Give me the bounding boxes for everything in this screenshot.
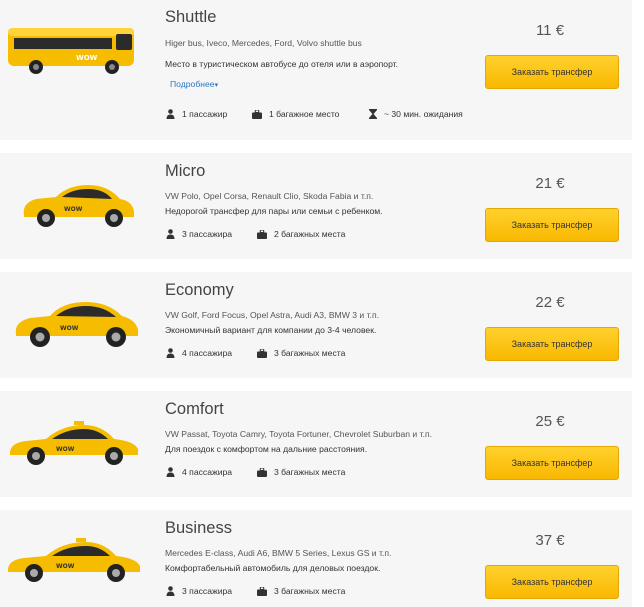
business-car-image: WOW xyxy=(6,532,146,588)
feature-label: 3 пассажира xyxy=(182,586,233,596)
price: 21 € xyxy=(535,175,565,192)
svg-text:WOW: WOW xyxy=(64,206,83,213)
feature-label: 3 багажных места xyxy=(274,348,346,358)
feature-label: 1 пассажир xyxy=(182,109,228,119)
feature-label: 4 пассажира xyxy=(182,348,233,358)
card-description: Экономичный вариант для компании до 3-4 … xyxy=(165,325,377,335)
card-models: VW Passat, Toyota Camry, Toyota Fortuner… xyxy=(165,429,433,439)
price: 25 € xyxy=(535,413,565,430)
luggage-icon xyxy=(257,348,267,358)
order-transfer-button[interactable]: Заказать трансфер xyxy=(485,208,619,242)
luggage-icon xyxy=(257,467,267,477)
card-title: Shuttle xyxy=(165,8,217,26)
economy-car-image: WOW xyxy=(6,294,146,352)
feature-luggage: 3 багажных места xyxy=(257,348,345,358)
luggage-icon xyxy=(257,229,267,239)
luggage-icon xyxy=(257,586,267,596)
feature-label: ~ 30 мин. ожидания xyxy=(384,109,463,119)
card-description: Комфортабельный автомобиль для деловых п… xyxy=(165,563,381,573)
feature-passengers: 4 пассажира xyxy=(166,348,232,358)
card-shuttle: WOW Shuttle Higer bus, Iveco, Mercedes, … xyxy=(0,0,632,140)
card-title: Comfort xyxy=(165,400,224,418)
person-icon xyxy=(166,586,175,596)
person-icon xyxy=(166,467,175,477)
feature-luggage: 3 багажных места xyxy=(257,586,345,596)
card-description: Место в туристическом автобусе до отеля … xyxy=(165,59,399,69)
card-micro: WOW Micro VW Polo, Opel Corsa, Renault C… xyxy=(0,153,632,259)
card-title: Micro xyxy=(165,162,206,180)
feature-label: 3 пассажира xyxy=(182,229,233,239)
feature-label: 2 багажных места xyxy=(274,229,346,239)
order-transfer-button[interactable]: Заказать трансфер xyxy=(485,446,619,480)
feature-label: 3 багажных места xyxy=(274,586,346,596)
card-models: VW Polo, Opel Corsa, Renault Clio, Skoda… xyxy=(165,191,374,201)
person-icon xyxy=(166,229,175,239)
price: 11 € xyxy=(535,22,565,39)
feature-passengers: 1 пассажир xyxy=(166,109,227,119)
feature-luggage: 3 багажных места xyxy=(257,467,345,477)
svg-text:WOW: WOW xyxy=(76,54,98,62)
svg-text:WOW: WOW xyxy=(60,325,79,332)
card-models: Higer bus, Iveco, Mercedes, Ford, Volvo … xyxy=(165,38,362,48)
comfort-car-image: WOW xyxy=(6,415,146,471)
card-economy: WOW Economy VW Golf, Ford Focus, Opel As… xyxy=(0,272,632,378)
luggage-icon xyxy=(252,109,262,119)
feature-waiting: ~ 30 мин. ожидания xyxy=(369,109,463,119)
price: 37 € xyxy=(535,532,565,549)
order-transfer-button[interactable]: Заказать трансфер xyxy=(485,327,619,361)
order-transfer-button[interactable]: Заказать трансфер xyxy=(485,55,619,89)
card-title: Economy xyxy=(165,281,234,299)
order-transfer-button[interactable]: Заказать трансфер xyxy=(485,565,619,599)
card-comfort: WOW Comfort VW Passat, Toyota Camry, Toy… xyxy=(0,391,632,497)
card-models: Mercedes E-class, Audi A6, BMW 5 Series,… xyxy=(165,548,392,558)
card-business: WOW Business Mercedes E-class, Audi A6, … xyxy=(0,510,632,607)
hourglass-icon xyxy=(369,109,377,119)
card-description: Недорогой трансфер для пары или семьи с … xyxy=(165,206,383,216)
price: 22 € xyxy=(535,294,565,311)
card-title: Business xyxy=(165,519,232,537)
feature-passengers: 4 пассажира xyxy=(166,467,232,477)
svg-text:WOW: WOW xyxy=(56,446,75,453)
person-icon xyxy=(166,109,175,119)
more-link-label: Подробнее xyxy=(170,79,215,89)
feature-label: 3 багажных места xyxy=(274,467,346,477)
feature-luggage: 1 багажное место xyxy=(252,109,339,119)
feature-label: 1 багажное место xyxy=(269,109,340,119)
feature-luggage: 2 багажных места xyxy=(257,229,345,239)
feature-label: 4 пассажира xyxy=(182,467,233,477)
shuttle-bus-image: WOW xyxy=(6,18,146,78)
person-icon xyxy=(166,348,175,358)
feature-passengers: 3 пассажира xyxy=(166,229,232,239)
card-description: Для поездок с комфортом на дальние расст… xyxy=(165,444,368,454)
card-models: VW Golf, Ford Focus, Opel Astra, Audi A3… xyxy=(165,310,379,320)
feature-passengers: 3 пассажира xyxy=(166,586,232,596)
micro-car-image: WOW xyxy=(6,177,146,233)
svg-text:WOW: WOW xyxy=(56,563,75,570)
more-link[interactable]: Подробнее▾ xyxy=(170,79,218,89)
chevron-down-icon: ▾ xyxy=(214,82,219,89)
